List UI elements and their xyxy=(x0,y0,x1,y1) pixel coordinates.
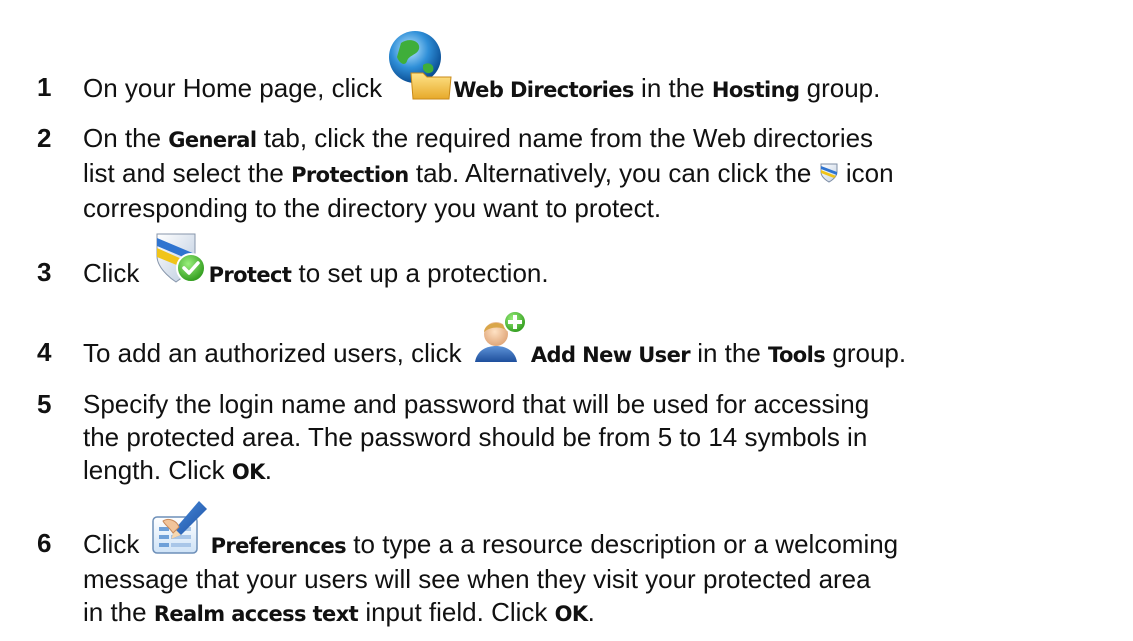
step-number: 1 xyxy=(37,72,52,102)
step-text: Click xyxy=(83,529,147,559)
step-text: to type a a resource description or a we… xyxy=(346,529,899,559)
step-text: length. Click xyxy=(83,455,232,485)
add-new-user-icon xyxy=(469,310,531,366)
realm-access-text-label: Realm access text xyxy=(153,602,359,626)
step-text: tab. Alternatively, you can click the xyxy=(408,158,819,188)
step-text: Click xyxy=(83,258,147,288)
web-directories-icon xyxy=(389,31,453,101)
hosting-group-label: Hosting xyxy=(711,78,800,102)
step-text: On the xyxy=(83,123,169,153)
protect-shield-check-icon xyxy=(147,233,209,286)
step-text: To add an authorized users, click xyxy=(83,338,469,368)
preferences-icon xyxy=(147,501,211,557)
protection-shield-icon xyxy=(819,162,839,184)
ok-label: OK xyxy=(231,460,266,484)
step-text: On your Home page, click xyxy=(83,73,390,103)
step-text: Specify the login name and password that… xyxy=(83,389,870,419)
step-text: the protected area. The password should … xyxy=(83,422,868,452)
step-number: 5 xyxy=(37,389,52,419)
web-directories-label: Web Directories xyxy=(453,78,634,102)
step-text: in the xyxy=(689,338,769,368)
step-text: message that your users will see when th… xyxy=(83,564,871,594)
step-text: . xyxy=(587,597,595,627)
step-text: tab, click the required name from the We… xyxy=(256,123,874,153)
step-number: 4 xyxy=(37,337,52,367)
step-number: 3 xyxy=(37,257,52,287)
general-tab-label: General xyxy=(168,128,257,152)
step-text: group. xyxy=(825,338,907,368)
step-text: to set up a protection. xyxy=(291,258,549,288)
step-text: group. xyxy=(799,73,881,103)
step-text: in the xyxy=(83,597,154,627)
tools-group-label: Tools xyxy=(768,343,826,367)
protection-tab-label: Protection xyxy=(291,163,409,187)
step-text: . xyxy=(264,455,273,485)
step-number: 2 xyxy=(37,123,52,153)
step-text: input field. Click xyxy=(358,597,555,627)
preferences-label: Preferences xyxy=(210,534,347,558)
add-new-user-label: Add New User xyxy=(530,343,691,367)
step-text: list and select the xyxy=(83,158,292,188)
ok-label: OK xyxy=(554,602,589,626)
step-text: corresponding to the directory you want … xyxy=(83,193,662,223)
protect-label: Protect xyxy=(208,263,292,287)
step-number: 6 xyxy=(37,528,52,558)
step-text: icon xyxy=(838,158,894,188)
step-text: in the xyxy=(633,73,712,103)
